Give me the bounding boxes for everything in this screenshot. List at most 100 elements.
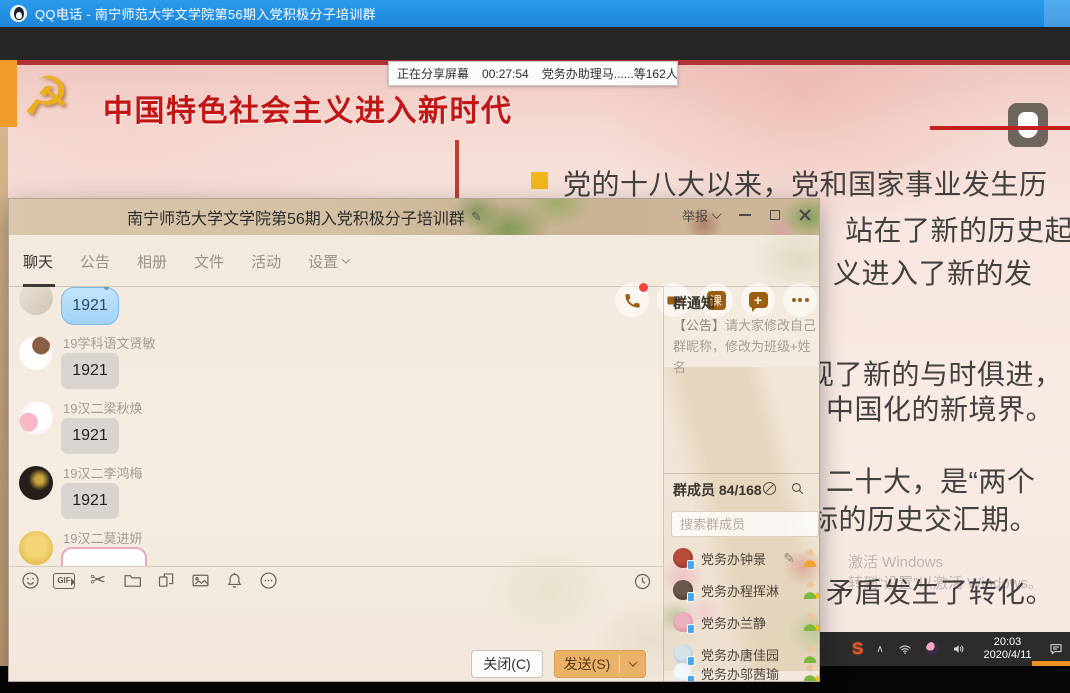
input-toolbar: GIF ✂ bbox=[9, 566, 663, 594]
documents-icon bbox=[156, 570, 177, 591]
message-bubble: 1921 bbox=[61, 353, 119, 389]
edit-title-icon[interactable]: ✎ bbox=[471, 209, 482, 225]
close-window-button[interactable] bbox=[799, 209, 811, 221]
taskbar: S ∧ 20:03 2020/4/11 bbox=[818, 632, 1070, 666]
party-emblem-icon: ☭ bbox=[22, 68, 70, 126]
tab-activities[interactable]: 活动 bbox=[251, 251, 281, 272]
send-image-button[interactable] bbox=[189, 570, 211, 592]
chevron-down-icon bbox=[712, 209, 722, 219]
slide-text-line: 二十大，是“两个 bbox=[826, 460, 1035, 500]
message-bubble bbox=[61, 547, 147, 566]
slide-red-line-horizontal bbox=[930, 126, 1070, 130]
titlebar-corner-button[interactable] bbox=[1044, 0, 1070, 27]
member-row[interactable]: 党务办邬茜瑜 ★ bbox=[673, 662, 819, 682]
screenshot-button[interactable]: ✂ bbox=[87, 570, 109, 592]
folder-icon bbox=[122, 570, 143, 591]
member-row[interactable]: 党务办程挥淋 ★ bbox=[673, 579, 819, 601]
group-notice-title[interactable]: 群通知 bbox=[673, 293, 715, 313]
tab-settings[interactable]: 设置 bbox=[308, 251, 349, 272]
group-title: 南宁师范大学文学院第56期入党积极分子培训群 ✎ bbox=[127, 199, 482, 235]
avatar bbox=[673, 644, 693, 664]
new-message-button[interactable]: + bbox=[741, 283, 775, 317]
more-circle-icon bbox=[258, 570, 279, 591]
taskbar-clock[interactable]: 20:03 2020/4/11 bbox=[980, 636, 1035, 662]
tabs: 聊天 公告 相册 文件 活动 设置 bbox=[23, 235, 349, 287]
sogou-tray-icon[interactable]: S bbox=[852, 639, 863, 659]
member-row[interactable]: 党务办兰静 ★ bbox=[673, 611, 819, 633]
slide-red-line-vertical bbox=[455, 140, 459, 198]
avatar bbox=[673, 548, 693, 568]
slide-text-line: 党的十八大以来，党和国家事业发生历 bbox=[563, 163, 1048, 203]
avatar bbox=[673, 663, 693, 682]
star-icon: ★ bbox=[813, 592, 820, 602]
action-center-icon[interactable] bbox=[1048, 641, 1064, 657]
maximize-button[interactable] bbox=[770, 210, 780, 220]
send-options-dropdown[interactable] bbox=[620, 661, 645, 667]
member-search-input[interactable] bbox=[671, 511, 819, 537]
chat-history-files-button[interactable] bbox=[155, 570, 177, 592]
search-icon[interactable] bbox=[789, 480, 807, 498]
sender-name: 19汉二莫进妍 bbox=[63, 528, 142, 547]
sidebar-divider bbox=[663, 287, 664, 682]
members-count: 群成员 84/168 bbox=[673, 480, 762, 500]
wifi-icon[interactable] bbox=[897, 641, 913, 657]
slide-text-line: 现了新的与时俱进， bbox=[806, 353, 1063, 393]
minimize-button[interactable] bbox=[739, 214, 751, 216]
send-file-button[interactable] bbox=[121, 570, 143, 592]
slide-text-line: 标的历史交汇期。 bbox=[810, 498, 1038, 538]
send-button-label: 发送(S) bbox=[555, 654, 619, 674]
screen: ☭ 中国特色社会主义进入新时代 激活 Windows 转到“设置”以激活 Win… bbox=[0, 0, 1070, 693]
share-viewers: 党务办助理马......等162人正在观看 bbox=[542, 65, 678, 82]
bell-icon bbox=[224, 570, 245, 591]
slide-text-line: 义进入了新的发 bbox=[833, 252, 1033, 292]
tab-chat[interactable]: 聊天 bbox=[23, 251, 53, 272]
tab-files[interactable]: 文件 bbox=[194, 251, 224, 272]
qq-call-icon bbox=[10, 5, 27, 22]
sender-name: 19汉二李鸿梅 bbox=[63, 463, 142, 482]
mobile-online-badge bbox=[687, 592, 695, 602]
sender-name: 19汉二梁秋焕 bbox=[63, 398, 142, 417]
member-role-icon: ★ bbox=[801, 580, 819, 600]
more-tools-button[interactable] bbox=[257, 570, 279, 592]
avatar[interactable] bbox=[19, 466, 53, 500]
slide-text-line: 站在了新的历史起 bbox=[845, 209, 1070, 249]
avatar[interactable] bbox=[19, 531, 53, 565]
speaker-icon[interactable] bbox=[951, 641, 967, 657]
group-notice-text[interactable]: 【公告】请大家修改自己群昵称，修改为班级+姓名 bbox=[673, 315, 817, 378]
sidebar-section-divider bbox=[664, 473, 820, 474]
avatar[interactable] bbox=[19, 336, 53, 370]
message-list[interactable]: 1921 19学科语文贤敏 1921 19汉二梁秋焕 1921 19汉二李鸿梅 … bbox=[9, 287, 663, 566]
mobile-online-badge bbox=[687, 624, 695, 634]
tab-albums[interactable]: 相册 bbox=[137, 251, 167, 272]
report-button[interactable]: 举报 bbox=[682, 206, 720, 225]
avatar[interactable] bbox=[19, 287, 53, 315]
screen-share-bar[interactable]: 正在分享屏幕 00:27:54 党务办助理马......等162人正在观看 bbox=[388, 61, 678, 86]
more-actions-button[interactable] bbox=[783, 283, 817, 317]
gif-button[interactable]: GIF bbox=[53, 570, 75, 592]
send-button[interactable]: 发送(S) bbox=[554, 650, 646, 678]
avatar bbox=[673, 580, 693, 600]
tab-row: 聊天 公告 相册 文件 活动 设置 bbox=[9, 235, 820, 287]
image-icon bbox=[190, 570, 211, 591]
edit-name-icon[interactable]: ✎ bbox=[783, 550, 795, 567]
ellipsis-icon bbox=[792, 298, 809, 302]
tray-expand-icon[interactable]: ∧ bbox=[876, 644, 883, 655]
mute-all-icon[interactable] bbox=[761, 480, 779, 498]
avatar[interactable] bbox=[19, 401, 53, 435]
chevron-down-icon bbox=[342, 255, 350, 263]
share-control-widget-icon[interactable] bbox=[1008, 103, 1048, 147]
slide-text-line: 中国化的新境界。 bbox=[826, 388, 1054, 428]
nudge-button[interactable] bbox=[223, 570, 245, 592]
qq-tray-icon[interactable] bbox=[926, 642, 938, 656]
chat-plus-icon: + bbox=[749, 292, 768, 308]
tab-announcements[interactable]: 公告 bbox=[80, 251, 110, 272]
slide-bullet bbox=[531, 172, 548, 189]
slide-text-line: 矛盾发生了转化。 bbox=[826, 571, 1054, 611]
call-titlebar: QQ电话 - 南宁师范大学文学院第56期入党积极分子培训群 bbox=[0, 0, 1070, 27]
message-history-button[interactable] bbox=[631, 570, 653, 592]
chevron-down-icon bbox=[628, 658, 636, 666]
emoji-button[interactable] bbox=[19, 570, 41, 592]
member-row[interactable]: 党务办钟景 ✎ bbox=[673, 547, 819, 569]
gif-icon: GIF bbox=[53, 573, 75, 589]
close-chat-button[interactable]: 关闭(C) bbox=[471, 650, 543, 678]
